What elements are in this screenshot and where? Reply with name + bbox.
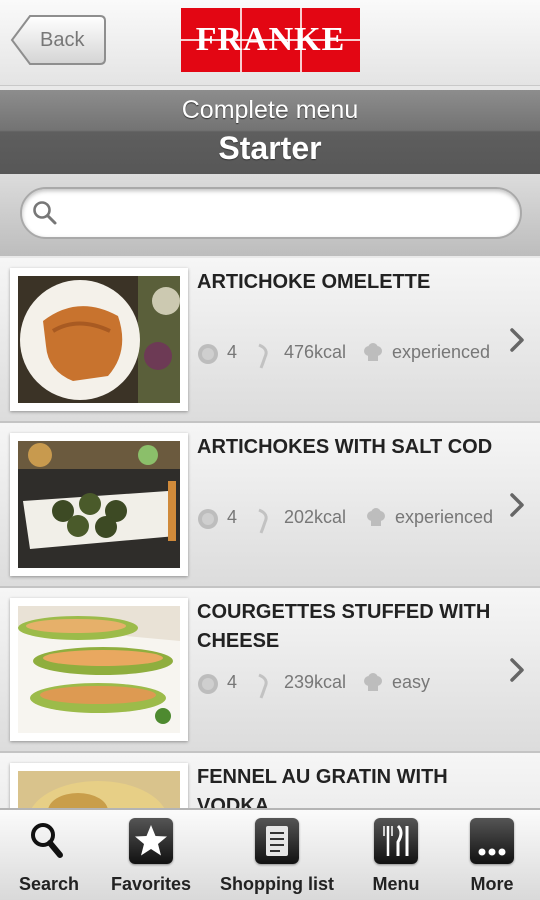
- page-subtitle: Complete menu: [181, 96, 359, 124]
- plate-icon: [198, 344, 218, 364]
- page-title: Starter: [218, 130, 322, 166]
- recipe-thumbnail: [10, 598, 188, 741]
- nav-favorites[interactable]: Favorites: [108, 810, 194, 900]
- shopping-list-icon: [255, 818, 299, 864]
- calories-icon: [258, 343, 268, 369]
- list-item[interactable]: FENNEL AU GRATIN WITH VODKA: [0, 753, 540, 808]
- search-icon: [33, 201, 57, 225]
- servings: 4: [227, 672, 238, 692]
- back-label: Back: [40, 29, 85, 51]
- plate-icon: [198, 674, 218, 694]
- recipe-thumbnail: [10, 268, 188, 411]
- chevron-right-icon: [510, 493, 524, 517]
- recipe-list: ARTICHOKE OMELETTE 4 476kcal experienced: [0, 258, 540, 808]
- fennel-image: [18, 771, 180, 808]
- list-shape: [266, 826, 288, 856]
- salt-cod-image: [18, 441, 180, 568]
- list-item[interactable]: ARTICHOKE OMELETTE 4 476kcal experienced: [0, 258, 540, 423]
- list-item[interactable]: COURGETTES STUFFED WITH CHEESE 4 239kcal…: [0, 588, 540, 753]
- chef-hat-icon: [367, 508, 385, 526]
- chef-hat-icon: [364, 343, 382, 361]
- calories-icon: [258, 673, 268, 699]
- nav-search[interactable]: Search: [8, 810, 90, 900]
- nav-label: Menu: [372, 874, 420, 894]
- back-button[interactable]: Back: [10, 14, 107, 66]
- more-icon: [470, 818, 514, 864]
- calories: 476kcal: [284, 342, 347, 362]
- nav-label: Shopping list: [220, 874, 334, 894]
- difficulty: easy: [392, 672, 431, 692]
- star-icon: [129, 818, 173, 864]
- difficulty: experienced: [392, 342, 491, 362]
- franke-logo: FRANKE: [181, 8, 360, 72]
- nav-shopping-list[interactable]: Shopping list: [214, 810, 340, 900]
- recipe-title: COURGETTES STUFFED WITH CHEESE: [197, 601, 491, 652]
- cutlery-shape: [383, 824, 409, 856]
- recipe-title: FENNEL AU GRATIN WITH VODKA: [197, 766, 448, 808]
- search-icon: [31, 823, 63, 858]
- search-bar: [0, 174, 540, 256]
- recipe-title: ARTICHOKE OMELETTE: [197, 271, 431, 293]
- servings: 4: [227, 342, 238, 362]
- calories-icon: [258, 508, 268, 534]
- dots-shape: [478, 848, 506, 856]
- bottom-nav: Search Favorites Shopping list Menu More: [0, 808, 540, 900]
- nav-menu[interactable]: Menu: [356, 810, 436, 900]
- nav-label: More: [470, 874, 514, 894]
- chef-hat-icon: [364, 673, 382, 691]
- nav-label: Favorites: [110, 874, 192, 894]
- list-item[interactable]: ARTICHOKES WITH SALT COD 4 202kcal exper…: [0, 423, 540, 588]
- plate-icon: [198, 509, 218, 529]
- cutlery-icon: [374, 818, 418, 864]
- brand-name: FRANKE: [195, 21, 346, 58]
- chevron-right-icon: [510, 328, 524, 352]
- courgettes-image: [18, 606, 180, 733]
- star-shape: [135, 825, 167, 856]
- recipe-thumbnail: [10, 763, 188, 808]
- servings: 4: [227, 507, 238, 527]
- nav-more[interactable]: More: [452, 810, 532, 900]
- omelette-image: [18, 276, 180, 403]
- calories: 202kcal: [284, 507, 347, 527]
- chevron-right-icon: [510, 658, 524, 682]
- recipe-title: ARTICHOKES WITH SALT COD: [197, 436, 493, 458]
- top-bar: Back FRANKE: [0, 0, 540, 86]
- calories: 239kcal: [284, 672, 347, 692]
- title-bar: Complete menu Starter: [0, 90, 540, 174]
- difficulty: experienced: [395, 507, 494, 527]
- recipe-thumbnail: [10, 433, 188, 576]
- nav-label: Search: [18, 874, 80, 894]
- search-input[interactable]: [20, 187, 522, 239]
